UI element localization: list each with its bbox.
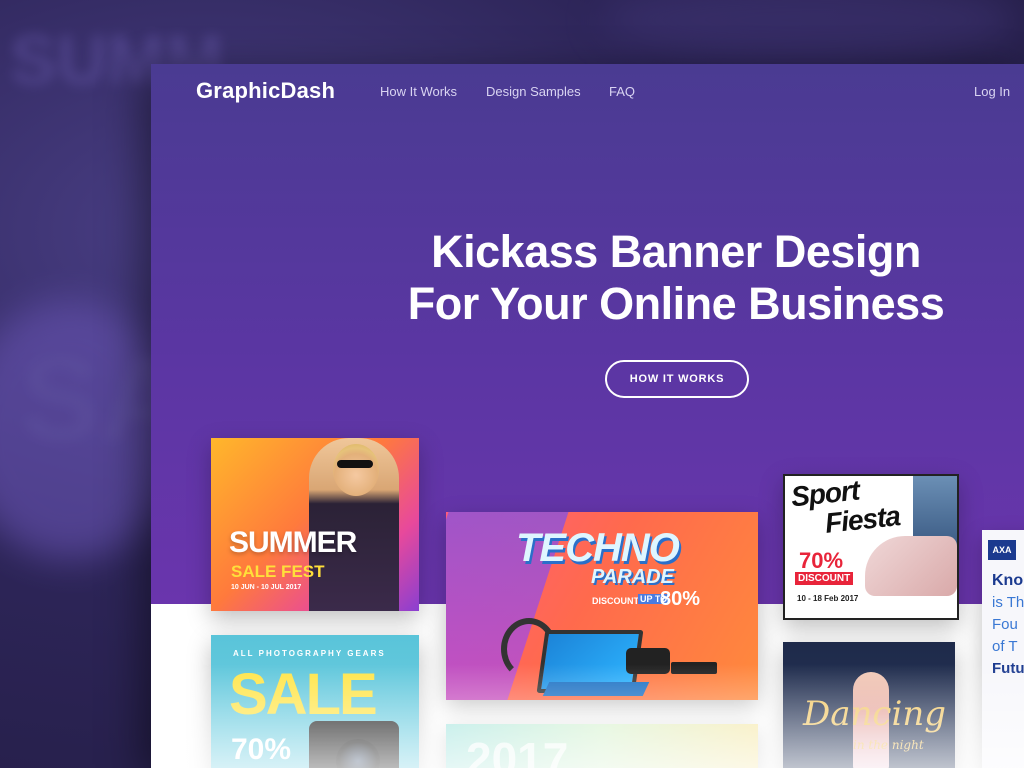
nav-how-it-works[interactable]: How It Works bbox=[380, 84, 457, 99]
login-link[interactable]: Log In bbox=[974, 84, 1010, 99]
sport-discount-label: DISCOUNT bbox=[795, 572, 854, 585]
camera-image bbox=[626, 648, 670, 674]
axa-line1: Kno bbox=[992, 572, 1024, 589]
summer-subtitle: SALE FEST bbox=[231, 562, 325, 581]
summer-title: SUMMER bbox=[229, 526, 357, 559]
axa-line3: Fou bbox=[992, 616, 1018, 633]
banner-sport-fiesta[interactable]: Sport Fiesta 70% DISCOUNT 10 - 18 Feb 20… bbox=[783, 474, 959, 620]
banner-techno-parade[interactable]: TECHNO PARADE DISCOUNT UP TO 80% bbox=[446, 512, 758, 700]
techno-discount-label: DISCOUNT bbox=[592, 596, 639, 606]
techno-title: TECHNO bbox=[516, 526, 680, 570]
dancing-title: Dancing bbox=[803, 694, 947, 734]
nav-design-samples[interactable]: Design Samples bbox=[486, 84, 581, 99]
banner-photography-sale[interactable]: ALL PHOTOGRAPHY GEARS SALE 70% bbox=[211, 635, 419, 768]
browser-window: GraphicDash How It Works Design Samples … bbox=[151, 64, 1024, 768]
sale-title: SALE bbox=[229, 662, 378, 727]
banner-summer-sale[interactable]: SUMMER SALE FEST 10 JUN - 10 JUL 2017 bbox=[211, 438, 419, 611]
sport-discount-value: 70% bbox=[799, 548, 844, 573]
top-nav: GraphicDash How It Works Design Samples … bbox=[151, 64, 1024, 120]
sneaker-image bbox=[865, 536, 957, 596]
sport-dates: 10 - 18 Feb 2017 bbox=[797, 594, 859, 603]
router-image bbox=[671, 662, 717, 674]
banner-dancing[interactable]: Dancing in the night bbox=[783, 642, 955, 768]
background-blur bbox=[600, 0, 1020, 60]
axa-line5: Futu bbox=[992, 660, 1024, 677]
banner-axa[interactable]: AXA Kno is Th Fou of T Futu bbox=[982, 530, 1024, 768]
hero-title-line1: Kickass Banner Design bbox=[431, 226, 921, 277]
sale-discount: 70% bbox=[231, 733, 292, 766]
axa-line4: of T bbox=[992, 638, 1018, 655]
sport-title-line2: Fiesta bbox=[823, 500, 902, 539]
techno-discount-value: 80% bbox=[660, 588, 701, 610]
techno-subtitle: PARADE bbox=[591, 566, 674, 588]
banner-2017[interactable]: 2017 bbox=[446, 724, 758, 768]
hero-title: Kickass Banner Design For Your Online Bu… bbox=[351, 226, 1001, 330]
logo[interactable]: GraphicDash bbox=[196, 78, 335, 104]
axa-logo: AXA bbox=[988, 540, 1016, 560]
year-text: 2017 bbox=[466, 733, 569, 768]
summer-dates: 10 JUN - 10 JUL 2017 bbox=[231, 584, 302, 591]
sale-header: ALL PHOTOGRAPHY GEARS bbox=[233, 649, 386, 658]
keyboard-image bbox=[542, 682, 650, 696]
model-head bbox=[333, 444, 379, 496]
how-it-works-button[interactable]: HOW IT WORKS bbox=[605, 360, 749, 398]
dancing-subtitle: in the night bbox=[853, 738, 924, 752]
sunglasses bbox=[337, 460, 373, 468]
axa-line2: is Th bbox=[992, 594, 1024, 611]
hero-title-line2: For Your Online Business bbox=[407, 278, 945, 329]
nav-faq[interactable]: FAQ bbox=[609, 84, 635, 99]
